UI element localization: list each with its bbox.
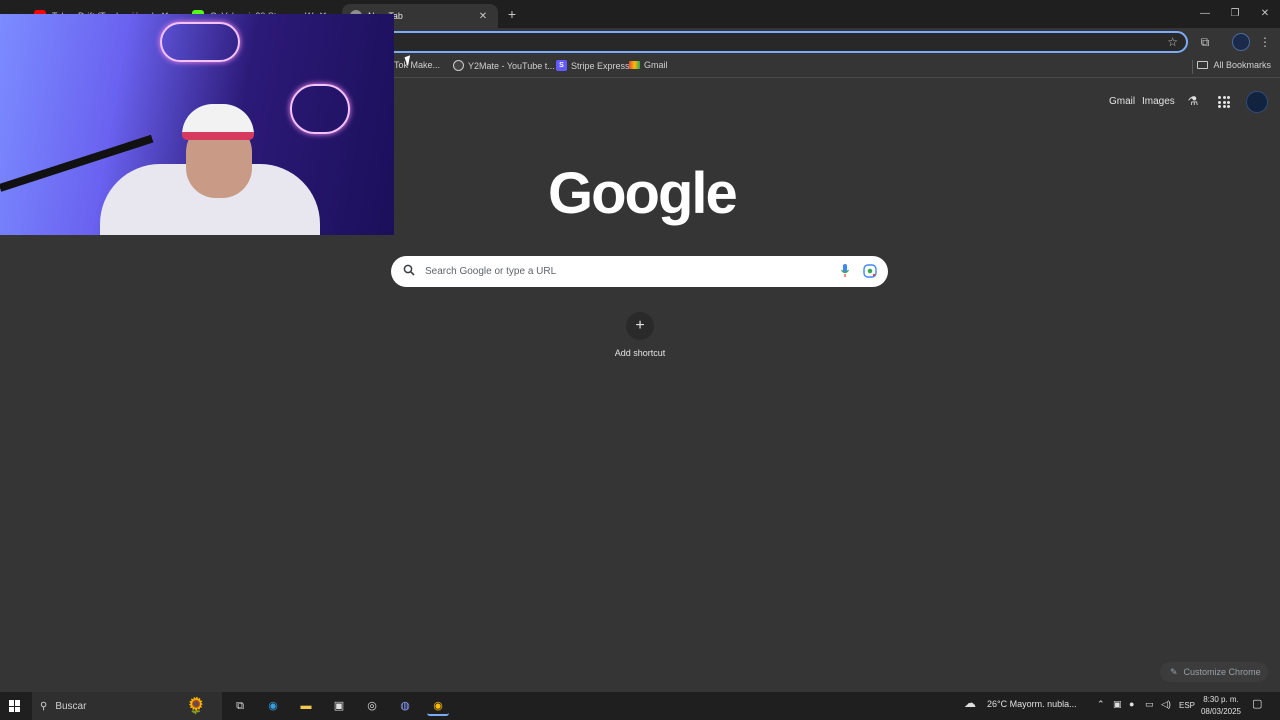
file-explorer-icon[interactable]: ▬	[295, 696, 317, 716]
volume-icon[interactable]: ◁)	[1161, 699, 1171, 710]
search-input[interactable]	[425, 262, 825, 281]
plus-icon: +	[626, 312, 654, 340]
all-bookmarks-label: All Bookmarks	[1213, 60, 1271, 70]
address-bar[interactable]: ☆	[300, 31, 1188, 53]
discord-icon[interactable]: ◍	[394, 696, 416, 716]
images-link[interactable]: Images	[1142, 96, 1175, 107]
language-indicator[interactable]: ESP	[1179, 701, 1195, 710]
bookmark-tiktok[interactable]: Tok Make...	[394, 60, 440, 70]
minimize-button[interactable]: —	[1190, 4, 1220, 24]
labs-flask-icon[interactable]: ⚗	[1186, 94, 1200, 110]
folder-icon	[1197, 61, 1209, 69]
search-icon: ⚲	[40, 700, 48, 712]
add-shortcut-button[interactable]: + Add shortcut	[608, 312, 672, 368]
search-box[interactable]	[391, 256, 888, 287]
bookmark-gmail[interactable]: Gmail	[629, 60, 668, 70]
store-icon[interactable]: ▣	[328, 696, 350, 716]
clock-date: 08/03/2025	[1200, 707, 1242, 716]
weather-text[interactable]: 26°C Mayorm. nubla...	[987, 699, 1077, 709]
taskbar: ⚲ Buscar 🌻 ⧉ ◉ ▬ ▣ ◎ ◍ ◉ ☁ 26°C Mayorm. …	[0, 692, 1280, 720]
divider	[1192, 60, 1193, 74]
microphone-icon[interactable]: ●	[1129, 699, 1134, 709]
person-cap	[182, 104, 254, 140]
clock-time: 8:30 p. m.	[1203, 695, 1239, 704]
neon-light	[290, 84, 350, 134]
y2mate-icon	[453, 60, 464, 71]
obs-icon[interactable]: ◎	[361, 696, 383, 716]
network-icon[interactable]: ▭	[1145, 699, 1154, 710]
neon-light	[160, 22, 240, 62]
bookmark-stripe[interactable]: S Stripe Express	[556, 60, 630, 71]
close-icon[interactable]: ✕	[476, 11, 490, 22]
sunflower-icon: 🌻	[186, 698, 206, 715]
avatar[interactable]	[1232, 33, 1250, 51]
menu-icon[interactable]: ⋮	[1256, 33, 1274, 51]
windows-start-icon[interactable]	[9, 700, 21, 712]
gmail-link[interactable]: Gmail	[1109, 96, 1135, 107]
extensions-icon[interactable]: ⧉	[1196, 33, 1214, 51]
star-icon[interactable]: ☆	[1167, 35, 1178, 49]
taskbar-search-label: Buscar	[55, 700, 87, 712]
customize-chrome-label: Customize Chrome	[1183, 667, 1261, 677]
apps-grid-icon[interactable]	[1218, 96, 1230, 108]
bookmark-label: Gmail	[644, 60, 668, 70]
task-view-icon[interactable]: ⧉	[229, 696, 251, 716]
close-window-button[interactable]: ✕	[1250, 4, 1280, 24]
chevron-up-icon[interactable]: ⌃	[1097, 699, 1105, 710]
chrome-taskbar-icon[interactable]: ◉	[427, 696, 449, 716]
search-icon	[403, 264, 415, 276]
all-bookmarks-button[interactable]: All Bookmarks	[1197, 60, 1271, 70]
profile-avatar[interactable]	[1246, 91, 1268, 113]
add-shortcut-label: Add shortcut	[614, 348, 666, 358]
restore-button[interactable]: ❐	[1220, 4, 1250, 24]
bookmark-label: Stripe Express	[571, 60, 630, 71]
edge-icon[interactable]: ◉	[262, 696, 284, 716]
google-lens-icon[interactable]	[863, 264, 877, 278]
weather-icon: ☁	[964, 696, 976, 710]
bookmark-y2mate[interactable]: Y2Mate - YouTube t...	[453, 60, 555, 71]
bookmark-label: Y2Mate - YouTube t...	[468, 60, 555, 71]
stripe-icon: S	[556, 60, 567, 71]
gmail-icon	[629, 61, 640, 69]
clock[interactable]: 8:30 p. m. 08/03/2025	[1196, 694, 1246, 718]
notification-icon[interactable]: ▢	[1252, 697, 1262, 710]
google-logo: Google	[548, 161, 738, 226]
webcam-overlay	[0, 14, 394, 235]
bookmark-label: Tok Make...	[394, 60, 441, 70]
new-tab-button[interactable]: +	[503, 5, 521, 23]
customize-chrome-button[interactable]: ✎ Customize Chrome	[1160, 662, 1268, 682]
camera-icon[interactable]: ▣	[1113, 699, 1122, 710]
microphone-icon[interactable]	[840, 264, 850, 278]
pencil-icon: ✎	[1170, 666, 1178, 677]
